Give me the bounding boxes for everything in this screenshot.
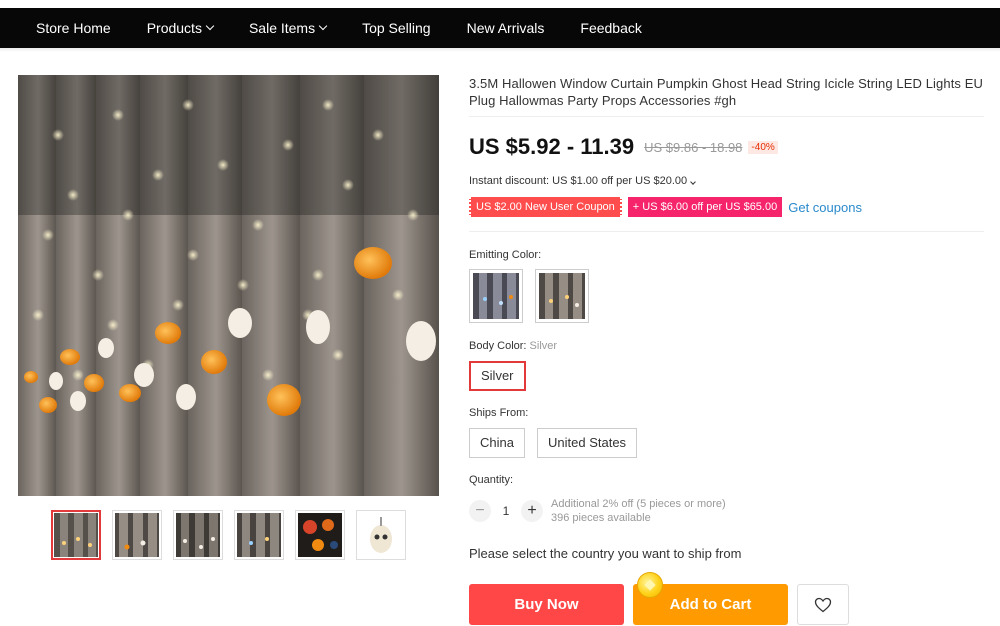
quantity-label: Quantity:: [469, 474, 514, 486]
wishlist-button[interactable]: [797, 584, 849, 625]
current-price: US $5.92 - 11.39: [469, 134, 635, 159]
store-coupon[interactable]: + US $6.00 off per US $65.00: [627, 197, 783, 217]
ships-from-label: Ships From:: [469, 407, 529, 419]
nav-item-products[interactable]: Products: [129, 8, 231, 48]
coupon-row: US $2.00 New User Coupon + US $6.00 off …: [469, 197, 862, 217]
original-price: US $9.86 - 18.98: [644, 139, 743, 155]
thumbnail-1[interactable]: [51, 510, 101, 560]
body-color-label-text: Body Color:: [469, 340, 527, 352]
nav-item-label: Sale Items: [248, 20, 316, 36]
store-nav-bar: Store Home Products Sale Items Top Selli…: [0, 8, 1000, 48]
nav-item-label: Top Selling: [362, 20, 431, 36]
quantity-value[interactable]: 1: [498, 504, 514, 518]
quantity-increase-button[interactable]: +: [521, 500, 543, 522]
chevron-down-icon: [318, 21, 328, 31]
ships-from-option-china[interactable]: China: [469, 428, 525, 458]
price-row: US $5.92 - 11.39 US $9.86 - 18.98 -40%: [469, 134, 778, 160]
thumbnail-2[interactable]: [112, 510, 162, 560]
nav-item-label: Feedback: [580, 20, 642, 36]
nav-item-feedback[interactable]: Feedback: [562, 8, 659, 48]
emitting-color-option-1[interactable]: [469, 269, 523, 323]
thumbnail-5[interactable]: [295, 510, 345, 560]
emitting-color-option-2[interactable]: [535, 269, 589, 323]
body-color-value: Silver: [529, 340, 558, 352]
discount-badge: -40%: [748, 140, 778, 154]
quantity-decrease-button[interactable]: −: [469, 500, 491, 522]
shipping-message: Please select the country you want to sh…: [469, 546, 742, 561]
nav-item-label: Products: [146, 20, 202, 36]
ships-from-option-united-states[interactable]: United States: [537, 428, 638, 458]
nav-shadow: [0, 48, 1000, 52]
thumbnail-strip: [51, 510, 406, 560]
chevron-down-icon: [690, 179, 696, 185]
instant-discount[interactable]: Instant discount: US $1.00 off per US $2…: [469, 175, 696, 187]
thumbnail-6[interactable]: [356, 510, 406, 560]
bulk-discount-note: Additional 2% off (5 pieces or more): [551, 498, 726, 510]
stock-available-note: 396 pieces available: [551, 512, 651, 524]
buy-now-button[interactable]: Buy Now: [469, 584, 624, 625]
instant-discount-text: Instant discount: US $1.00 off per US $2…: [469, 175, 688, 187]
divider: [469, 231, 984, 232]
new-user-coupon[interactable]: US $2.00 New User Coupon: [469, 197, 622, 217]
chevron-down-icon: [205, 21, 215, 31]
coin-icon: [637, 572, 663, 598]
nav-item-label: Store Home: [36, 20, 111, 36]
nav-item-sale-items[interactable]: Sale Items: [231, 8, 344, 48]
get-coupons-link[interactable]: Get coupons: [788, 200, 862, 215]
emitting-color-label: Emitting Color:: [469, 249, 542, 261]
nav-item-label: New Arrivals: [466, 20, 545, 36]
nav-item-top-selling[interactable]: Top Selling: [344, 8, 449, 48]
product-info: 3.5M Hallowen Window Curtain Pumpkin Gho…: [469, 75, 987, 109]
product-title: 3.5M Hallowen Window Curtain Pumpkin Gho…: [469, 76, 983, 108]
heart-icon: [814, 597, 832, 612]
nav-item-store-home[interactable]: Store Home: [0, 8, 129, 48]
thumbnail-4[interactable]: [234, 510, 284, 560]
quantity-note: Additional 2% off (5 pieces or more) 396…: [551, 497, 726, 525]
divider: [469, 116, 984, 117]
main-product-image[interactable]: [18, 75, 439, 496]
nav-item-new-arrivals[interactable]: New Arrivals: [449, 8, 563, 48]
thumbnail-3[interactable]: [173, 510, 223, 560]
body-color-option-silver[interactable]: Silver: [469, 361, 526, 391]
body-color-label: Body Color: Silver: [469, 340, 557, 352]
